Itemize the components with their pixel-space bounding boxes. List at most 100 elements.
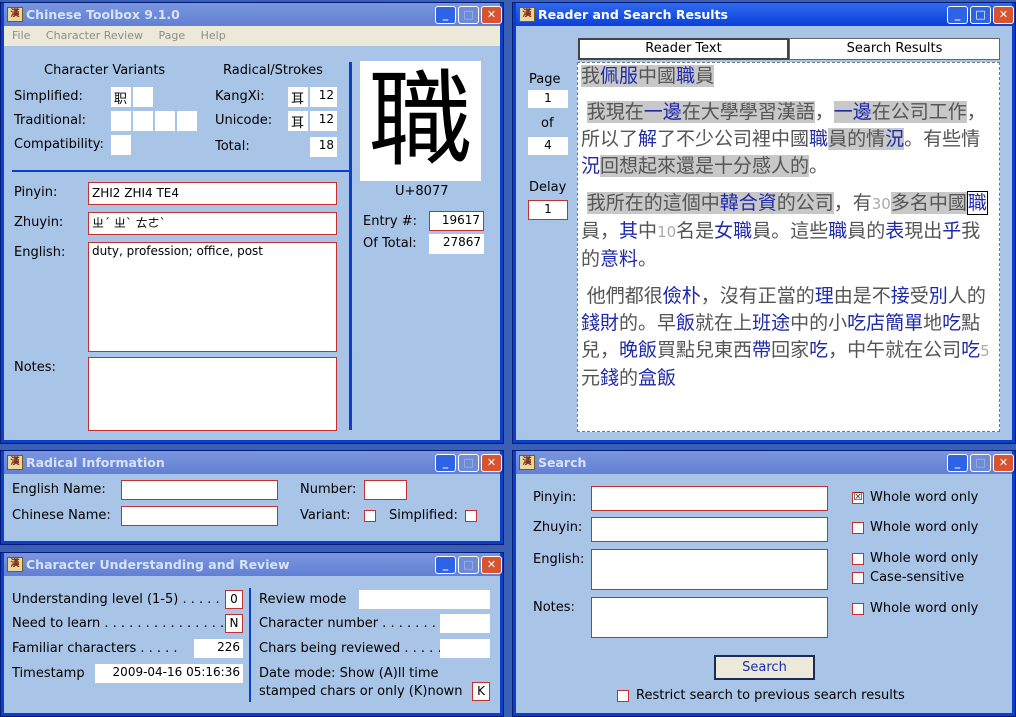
search-pinyin-field[interactable] bbox=[591, 486, 828, 511]
menu-page[interactable]: Page bbox=[158, 29, 185, 42]
entry-number[interactable]: 19617 bbox=[429, 211, 484, 231]
radical-titlebar[interactable]: 漢 Radical Information _ □ ✕ bbox=[4, 451, 502, 474]
whole-word-pinyin-checkbox[interactable]: ☒ bbox=[852, 492, 864, 504]
whole-word-english-checkbox[interactable] bbox=[852, 553, 864, 565]
rt-seg[interactable]: 況 bbox=[885, 128, 904, 150]
reader-text-area[interactable]: 我佩服中國職員 我現在一邊在大學學習漢語，一邊在公司工作，所以了解了不少公司裡中… bbox=[577, 62, 1000, 432]
english-field[interactable]: duty, profession; office, post bbox=[88, 242, 337, 352]
tab-reader-text[interactable]: Reader Text bbox=[578, 38, 789, 60]
variant-checkbox[interactable] bbox=[364, 510, 376, 522]
menu-character-review[interactable]: Character Review bbox=[46, 29, 143, 42]
pinyin-field[interactable]: ZHI2 ZHI4 TE4 bbox=[88, 182, 337, 205]
kangxi-strokes[interactable]: 12 bbox=[310, 87, 337, 107]
unicode-radical[interactable]: 耳 bbox=[288, 111, 308, 131]
rt-seg[interactable]: 女職 bbox=[714, 220, 752, 242]
rt-seg[interactable]: 職 bbox=[809, 128, 828, 150]
english-name-field[interactable] bbox=[121, 480, 278, 500]
radical-close-icon[interactable]: ✕ bbox=[481, 454, 502, 472]
understanding-close-icon[interactable]: ✕ bbox=[481, 556, 502, 574]
case-sensitive-checkbox[interactable] bbox=[852, 572, 864, 584]
search-close-icon[interactable]: ✕ bbox=[993, 454, 1014, 472]
rt-seg[interactable]: 職 bbox=[828, 220, 847, 242]
rt-seg[interactable]: 錢財 bbox=[581, 312, 619, 334]
date-mode-label-line1: Date mode: Show (A)ll time bbox=[259, 666, 439, 681]
simplified-char-1[interactable]: 职 bbox=[111, 87, 131, 107]
review-mode-label: Review mode bbox=[259, 592, 347, 607]
traditional-char-1[interactable] bbox=[111, 111, 131, 131]
number-field[interactable] bbox=[364, 480, 407, 500]
rt-seg[interactable]: 飯 bbox=[676, 312, 695, 334]
search-english-field[interactable] bbox=[591, 549, 828, 590]
reader-app-icon: 漢 bbox=[519, 7, 535, 22]
rt-seg[interactable]: 盒飯 bbox=[638, 367, 676, 389]
rt-seg[interactable]: 意料 bbox=[600, 248, 638, 270]
understanding-level-field[interactable]: 0 bbox=[225, 590, 243, 609]
need-to-learn-field[interactable]: N bbox=[225, 614, 243, 633]
unicode-strokes[interactable]: 12 bbox=[310, 111, 337, 131]
minimize-icon[interactable]: _ bbox=[435, 6, 456, 24]
character-number-field[interactable] bbox=[440, 614, 490, 633]
search-notes-field[interactable] bbox=[591, 597, 828, 638]
rt-seg[interactable]: 吃 bbox=[809, 339, 828, 361]
restrict-search-checkbox[interactable] bbox=[617, 690, 629, 702]
rt-seg[interactable]: 韓合資 bbox=[720, 192, 777, 214]
reader-titlebar[interactable]: 漢 Reader and Search Results _ □ ✕ bbox=[516, 3, 1014, 26]
rt-seg[interactable]: 吃 bbox=[961, 339, 980, 361]
rt-seg[interactable]: 一邊 bbox=[644, 101, 682, 123]
chinese-name-field[interactable] bbox=[121, 506, 278, 526]
understanding-minimize-icon[interactable]: _ bbox=[435, 556, 456, 574]
zhuyin-label: Zhuyin: bbox=[14, 215, 64, 230]
tab-search-results[interactable]: Search Results bbox=[789, 38, 1000, 60]
zhuyin-field[interactable]: ㄓˊ ㄓˋ ㄊㄜˋ bbox=[88, 212, 337, 235]
rt-seg: ，有 bbox=[833, 192, 872, 214]
compatibility-char[interactable] bbox=[111, 135, 131, 155]
kangxi-radical[interactable]: 耳 bbox=[288, 87, 308, 107]
rt-seg[interactable]: 理 bbox=[815, 285, 834, 307]
search-titlebar[interactable]: 漢 Search _ □ ✕ bbox=[516, 451, 1014, 474]
simplified-char-2[interactable] bbox=[133, 87, 153, 107]
rt-seg[interactable]: 佩服 bbox=[600, 65, 638, 87]
rt-seg[interactable]: 況 bbox=[581, 155, 600, 177]
rt-seg[interactable]: 班途 bbox=[752, 312, 790, 334]
simplified-checkbox[interactable] bbox=[465, 510, 477, 522]
rt-seg[interactable]: 解 bbox=[638, 128, 657, 150]
menu-file[interactable]: File bbox=[12, 29, 30, 42]
rt-seg[interactable]: 吃 bbox=[942, 312, 961, 334]
rt-seg[interactable]: 錢 bbox=[600, 367, 619, 389]
rt-seg[interactable]: 其 bbox=[619, 220, 638, 242]
traditional-char-4[interactable] bbox=[177, 111, 197, 131]
whole-word-notes-checkbox[interactable] bbox=[852, 603, 864, 615]
rt-seg[interactable]: 一邊 bbox=[834, 101, 872, 123]
rt-seg[interactable]: 吃店簡單 bbox=[847, 312, 923, 334]
rt-seg[interactable]: 接 bbox=[891, 285, 910, 307]
search-button[interactable]: Search bbox=[714, 655, 815, 680]
reader-close-icon[interactable]: ✕ bbox=[993, 6, 1014, 24]
rt-seg[interactable]: 儉朴 bbox=[663, 285, 701, 307]
radical-minimize-icon[interactable]: _ bbox=[435, 454, 456, 472]
search-zhuyin-field[interactable] bbox=[591, 517, 828, 542]
understanding-titlebar[interactable]: 漢 Character Understanding and Review _ □… bbox=[4, 553, 502, 576]
menu-help[interactable]: Help bbox=[201, 29, 226, 42]
total-strokes[interactable]: 18 bbox=[310, 137, 337, 157]
rt-seg[interactable]: 晚飯 bbox=[619, 339, 657, 361]
traditional-char-3[interactable] bbox=[155, 111, 175, 131]
toolbox-titlebar[interactable]: 漢 Chinese Toolbox 9.1.0 _ □ ✕ bbox=[4, 3, 502, 26]
reader-minimize-icon[interactable]: _ bbox=[947, 6, 968, 24]
rt-seg[interactable]: 表 bbox=[885, 220, 904, 242]
rt-seg[interactable]: 別 bbox=[929, 285, 948, 307]
rt-seg[interactable]: 職 bbox=[966, 191, 988, 215]
delay-field[interactable]: 1 bbox=[528, 200, 568, 220]
rt-seg[interactable]: 職 bbox=[676, 65, 695, 87]
rt-seg[interactable]: 帶 bbox=[752, 339, 771, 361]
date-mode-field[interactable]: K bbox=[472, 682, 490, 701]
whole-word-zhuyin-checkbox[interactable] bbox=[852, 522, 864, 534]
review-mode-field[interactable] bbox=[359, 590, 490, 609]
close-icon[interactable]: ✕ bbox=[481, 6, 502, 24]
reader-maximize-icon[interactable]: □ bbox=[970, 6, 991, 24]
notes-field[interactable] bbox=[88, 357, 337, 431]
traditional-char-2[interactable] bbox=[133, 111, 153, 131]
page-number[interactable]: 1 bbox=[528, 90, 568, 108]
rt-seg[interactable]: 乎 bbox=[942, 220, 961, 242]
search-minimize-icon[interactable]: _ bbox=[947, 454, 968, 472]
understanding-title: Character Understanding and Review bbox=[26, 557, 290, 572]
